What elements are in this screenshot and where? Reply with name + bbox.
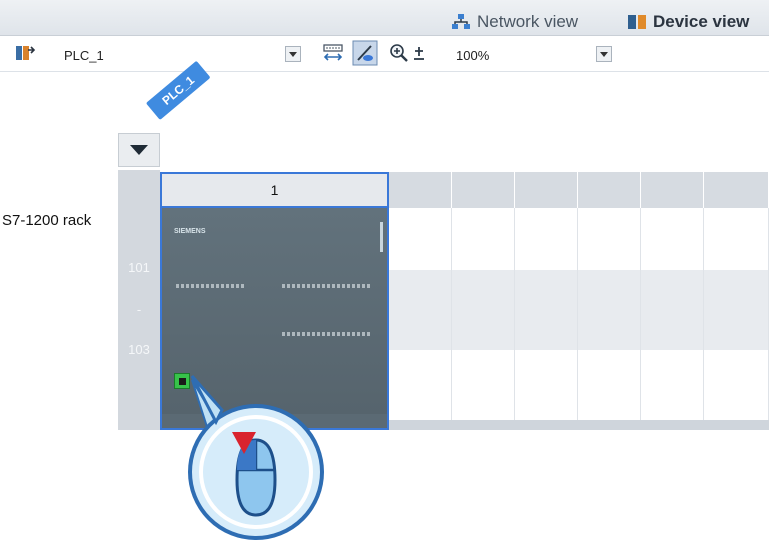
mouse-click-illustration	[180, 370, 340, 555]
tab-network-view[interactable]: Network view	[451, 8, 578, 36]
network-icon	[451, 13, 471, 31]
row-number: 103	[128, 342, 150, 357]
slot-header[interactable]	[389, 172, 452, 208]
empty-slot[interactable]	[641, 208, 704, 428]
module-edge-highlight	[380, 222, 383, 252]
device-select[interactable]: PLC_1	[64, 44, 294, 66]
slot-header[interactable]	[452, 172, 515, 208]
slot-header[interactable]	[641, 172, 704, 208]
slot-header[interactable]	[578, 172, 641, 208]
led-strip	[282, 332, 372, 336]
slot-header-1[interactable]: 1	[160, 172, 389, 208]
row-number: 101	[128, 260, 150, 275]
device-select-dropdown-button[interactable]	[285, 46, 301, 62]
led-strip	[176, 284, 246, 288]
zoom-select[interactable]: 100%	[456, 44, 606, 66]
module-brand: SIEMENS	[174, 228, 206, 235]
zoom-step-icon[interactable]	[412, 46, 426, 67]
device-icon	[627, 13, 647, 31]
zoom-select-dropdown-button[interactable]	[596, 46, 612, 62]
device-overview-icon[interactable]	[14, 42, 36, 69]
rack-layout-icon[interactable]	[322, 42, 344, 69]
led-strip	[282, 284, 372, 288]
tab-device-label: Device view	[653, 12, 750, 31]
slot-header[interactable]	[515, 172, 578, 208]
empty-slot[interactable]	[389, 208, 452, 428]
zoom-in-icon[interactable]	[388, 42, 410, 69]
zoom-select-value: 100%	[456, 47, 490, 63]
empty-slot[interactable]	[704, 208, 769, 428]
tab-device-view[interactable]: Device view	[627, 8, 749, 36]
device-select-value: PLC_1	[64, 47, 104, 63]
mouse-click-icon	[188, 375, 324, 540]
tab-network-label: Network view	[477, 12, 579, 31]
empty-slot[interactable]	[515, 208, 578, 428]
slot-header[interactable]	[704, 172, 769, 208]
rack-row-column: 101 - 103	[118, 170, 160, 430]
show-module-titles-icon[interactable]	[352, 40, 378, 71]
view-tab-bar: Network view Device view	[0, 0, 769, 36]
slot-header-label: 1	[270, 182, 279, 198]
row-number: -	[136, 302, 142, 317]
empty-slot[interactable]	[452, 208, 515, 428]
collapse-rack-button[interactable]	[118, 133, 160, 167]
rack-label: S7-1200 rack	[2, 212, 92, 229]
rack-rail	[389, 420, 769, 430]
empty-slot[interactable]	[578, 208, 641, 428]
device-toolbar: PLC_1 100%	[0, 36, 769, 72]
